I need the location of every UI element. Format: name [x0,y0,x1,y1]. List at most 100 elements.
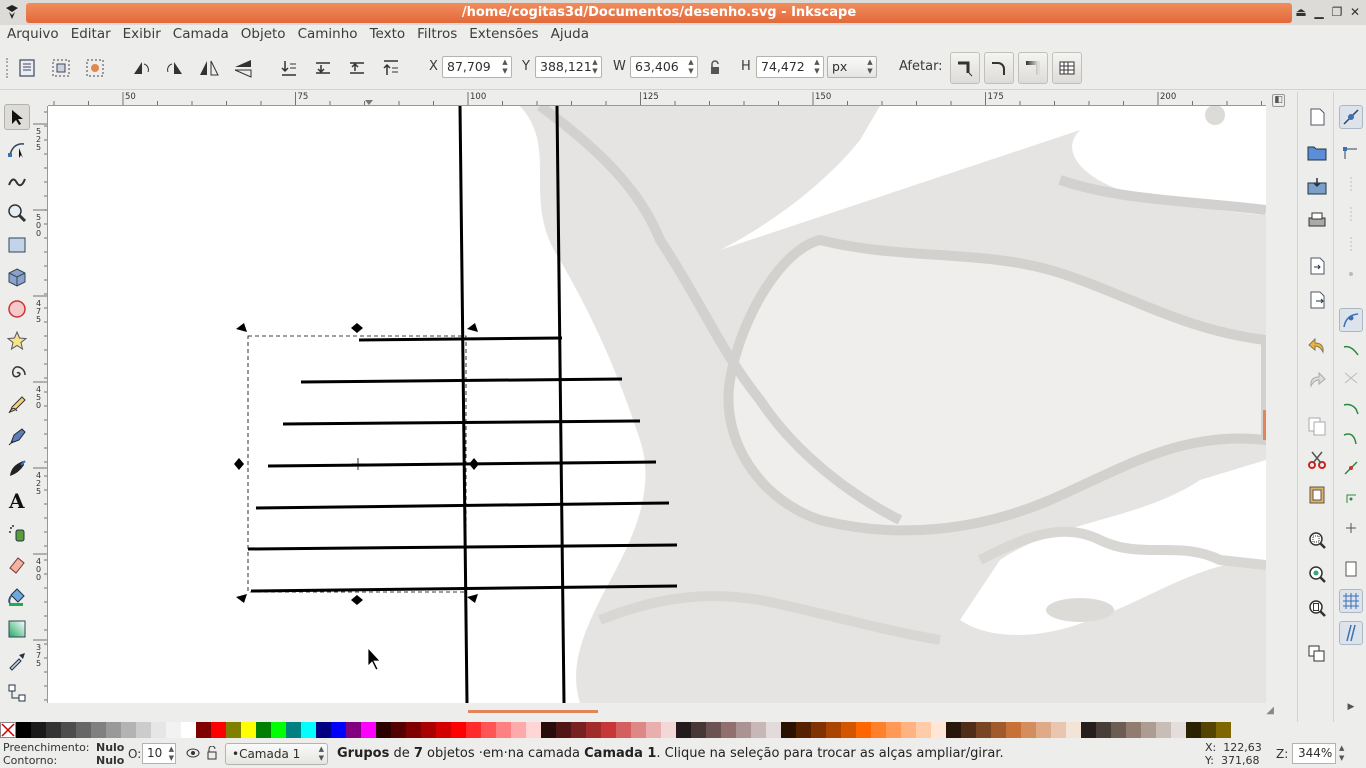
zoom-tool[interactable] [4,200,30,226]
rect-tool[interactable] [4,232,30,258]
palette-swatch[interactable] [1006,722,1021,738]
snap-bar-expand-icon[interactable]: ▶ [1339,695,1363,719]
palette-swatch[interactable] [196,722,211,738]
palette-swatch[interactable] [811,722,826,738]
palette-swatch[interactable] [106,722,121,738]
star-tool[interactable] [4,328,30,354]
palette-swatch[interactable] [751,722,766,738]
toolbar-handle[interactable] [6,58,9,78]
close-window-icon[interactable]: ✕ [1348,4,1362,20]
palette-swatch[interactable] [616,722,631,738]
palette-swatch[interactable] [661,722,676,738]
connector-tool[interactable] [4,680,30,706]
palette-swatch[interactable] [931,722,946,738]
select-all-layers-icon[interactable] [48,56,74,80]
minimize-window-icon[interactable]: ▁ [1312,4,1326,20]
palette-swatch[interactable] [181,722,196,738]
palette-swatch[interactable] [346,722,361,738]
paint-bucket-tool[interactable] [4,584,30,610]
palette-swatch[interactable] [976,722,991,738]
lock-proportions-icon[interactable] [703,56,727,80]
snap-rotation-center-icon[interactable] [1339,516,1363,540]
snap-page-border-icon[interactable] [1339,557,1363,581]
palette-swatch[interactable] [166,722,181,738]
palette-swatch[interactable] [16,722,31,738]
horizontal-scrollbar[interactable]: ◢ [48,703,1274,721]
palette-swatch[interactable] [706,722,721,738]
w-spin-arrows[interactable]: ▲ ▼ [686,58,696,76]
flip-vertical-icon[interactable] [230,56,256,80]
lock-guides-icon[interactable]: ◧ [1272,94,1285,107]
paste-icon[interactable] [1306,483,1328,505]
cut-icon[interactable] [1306,449,1328,471]
text-tool[interactable]: A [4,488,30,514]
palette-swatch[interactable] [691,722,706,738]
move-patterns-toggle[interactable] [1052,52,1082,84]
palette-swatch[interactable] [271,722,286,738]
gradient-tool[interactable] [4,616,30,642]
rotate-ccw-icon[interactable] [128,56,154,80]
lower-to-bottom-icon[interactable] [276,56,302,80]
palette-swatch[interactable] [841,722,856,738]
palette-swatch[interactable] [1111,722,1126,738]
deselect-icon[interactable] [82,56,108,80]
snap-enable-icon[interactable] [1339,105,1363,129]
pen-tool[interactable] [4,424,30,450]
fill-indicator[interactable]: Nulo [96,741,124,754]
import-icon[interactable] [1306,255,1328,277]
palette-swatch[interactable] [421,722,436,738]
menu-extensoes[interactable]: Extensões [465,25,542,45]
x-spin-arrows[interactable]: ▲ ▼ [500,58,510,76]
layer-visibility-icon[interactable] [186,746,200,763]
snap-object-centers-icon[interactable] [1339,486,1363,510]
palette-swatch[interactable] [31,722,46,738]
palette-swatch[interactable] [946,722,961,738]
lower-icon[interactable] [310,56,336,80]
palette-swatch[interactable] [91,722,106,738]
palette-swatch[interactable] [1096,722,1111,738]
x-field[interactable]: 87,709 ▲ ▼ [442,56,512,78]
tweak-tool[interactable] [4,168,30,194]
select-all-icon[interactable] [14,56,40,80]
palette-swatch[interactable] [76,722,91,738]
palette-swatch[interactable] [1066,722,1081,738]
scale-stroke-toggle[interactable] [950,52,980,84]
menu-arquivo[interactable]: Arquivo [3,25,63,45]
palette-swatch[interactable] [1126,722,1141,738]
w-field[interactable]: 63,406 ▲ ▼ [630,56,698,78]
palette-swatch[interactable] [646,722,661,738]
palette-swatch[interactable] [526,722,541,738]
snap-cusp-nodes-icon[interactable] [1339,396,1363,420]
dropper-tool[interactable] [4,648,30,674]
snap-paths-icon[interactable] [1339,338,1363,362]
ellipse-tool[interactable] [4,296,30,322]
shade-window-icon[interactable]: ⏏ [1294,4,1308,20]
menu-texto[interactable]: Texto [366,25,410,45]
palette-swatch[interactable] [46,722,61,738]
palette-swatch[interactable] [361,722,376,738]
palette-swatch[interactable] [406,722,421,738]
menu-camada[interactable]: Camada [169,25,233,45]
palette-swatch[interactable] [451,722,466,738]
opacity-field[interactable]: 10 ▲ ▼ [142,743,176,764]
calligraphy-tool[interactable] [4,456,30,482]
menu-editar[interactable]: Editar [67,25,115,45]
snap-bbox-icon[interactable] [1339,141,1363,165]
palette-swatch[interactable] [121,722,136,738]
zoom-selection-icon[interactable] [1306,529,1328,551]
palette-swatch[interactable] [1051,722,1066,738]
palette-swatch[interactable] [481,722,496,738]
snap-smooth-nodes-icon[interactable] [1339,426,1363,450]
pencil-tool[interactable] [4,392,30,418]
copy-icon[interactable] [1306,415,1328,437]
y-field[interactable]: 388,121 ▲ ▼ [535,56,602,78]
palette-swatch[interactable] [541,722,556,738]
window-menu-icon[interactable] [4,4,20,20]
menu-objeto[interactable]: Objeto [237,25,290,45]
zoom-page-icon[interactable] [1306,597,1328,619]
palette-swatch[interactable] [901,722,916,738]
zoom-spin-arrows[interactable]: ▲ ▼ [1339,743,1344,763]
palette-swatch[interactable] [1021,722,1036,738]
vertical-scrollbar[interactable]: ◧ [1263,94,1296,703]
palette-swatch[interactable] [631,722,646,738]
